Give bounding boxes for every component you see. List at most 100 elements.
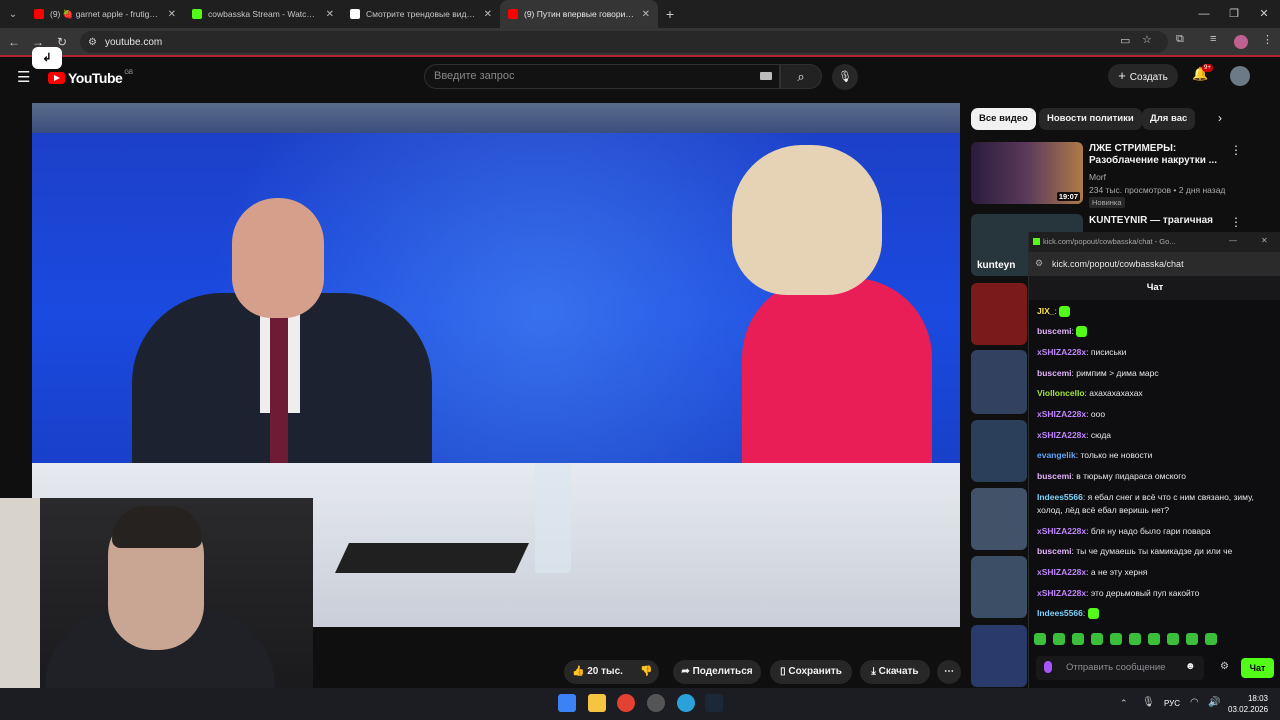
more-menu-icon[interactable]: ⋮: [1262, 33, 1273, 46]
search-input[interactable]: Введите запрос: [424, 64, 780, 89]
tab-search-button[interactable]: ⌄: [0, 9, 26, 20]
thumbs-up-icon[interactable]: 👍: [572, 666, 584, 677]
tray-mic-icon[interactable]: 🎙: [1142, 697, 1155, 708]
obs-icon[interactable]: [647, 694, 665, 712]
chat-username[interactable]: buscemi: [1037, 326, 1072, 336]
video-thumbnail[interactable]: [971, 625, 1027, 687]
site-info-icon[interactable]: ⚙: [88, 37, 97, 48]
input-language[interactable]: РУС: [1164, 699, 1180, 708]
download-button[interactable]: ⤓ Скачать: [860, 660, 930, 684]
popup-url-bar[interactable]: kick.com/popout/cowbasska/chat: [1029, 252, 1280, 276]
chat-username[interactable]: buscemi: [1037, 471, 1072, 481]
close-window-button[interactable]: ✕: [1248, 0, 1280, 28]
telegram-icon[interactable]: [677, 694, 695, 712]
search-button[interactable]: ⌕: [780, 64, 822, 89]
chat-username[interactable]: xSHIZA228x: [1037, 588, 1086, 598]
emote-icon[interactable]: [1186, 633, 1198, 645]
bookmark-star-icon[interactable]: ☆: [1142, 33, 1152, 46]
emote-icon[interactable]: [1053, 633, 1065, 645]
emote-icon[interactable]: [1091, 633, 1103, 645]
chat-username[interactable]: buscemi: [1037, 546, 1072, 556]
chat-username[interactable]: xSHIZA228x: [1037, 409, 1086, 419]
chat-username[interactable]: Indees5566: [1037, 492, 1083, 502]
youtube-logo[interactable]: YouTube GB: [48, 70, 133, 86]
video-thumbnail[interactable]: 19:07: [971, 142, 1083, 204]
like-dislike-group[interactable]: 👍 20 тыс. 👎: [564, 660, 659, 684]
video-thumbnail[interactable]: [971, 488, 1027, 550]
emote-icon[interactable]: [1129, 633, 1141, 645]
cast-icon[interactable]: ▭: [1120, 34, 1130, 47]
collapse-chat-icon[interactable]: ↲: [32, 47, 62, 69]
chip-for-you[interactable]: Для вас: [1142, 108, 1196, 130]
wifi-icon[interactable]: ◠: [1190, 697, 1199, 708]
chat-username[interactable]: buscemi: [1037, 368, 1072, 378]
site-settings-icon[interactable]: ⚙: [1035, 258, 1043, 269]
thumbs-down-icon[interactable]: 👎: [640, 660, 652, 684]
close-icon[interactable]: ✕: [484, 9, 492, 20]
chat-message-input[interactable]: Отправить сообщение: [1036, 656, 1204, 680]
profile-avatar[interactable]: [1234, 35, 1248, 49]
video-thumbnail[interactable]: [971, 556, 1027, 618]
chat-username[interactable]: Indees5566: [1037, 608, 1083, 618]
emoji-icon[interactable]: ☻: [1185, 661, 1196, 672]
close-icon[interactable]: ✕: [326, 9, 334, 20]
back-icon[interactable]: ←: [2, 35, 26, 49]
chip-politics-news[interactable]: Новости политики: [1039, 108, 1142, 130]
more-actions-button[interactable]: ⋯: [937, 660, 961, 684]
close-icon[interactable]: ✕: [642, 9, 650, 20]
chevron-right-icon[interactable]: ›: [1218, 111, 1222, 125]
extensions-icon[interactable]: ⧉: [1176, 33, 1184, 46]
system-clock[interactable]: 18:03 03.02.2026: [1228, 693, 1268, 715]
account-avatar[interactable]: [1230, 66, 1250, 86]
address-bar[interactable]: ⚙ youtube.com: [80, 31, 1168, 53]
browser-tab[interactable]: (9) 🍓 garnet apple - frutiger a ✕: [26, 0, 184, 28]
recommendation-title[interactable]: KUNTEYNIR — трагичная: [1089, 215, 1229, 227]
chat-username[interactable]: xSHIZA228x: [1037, 567, 1086, 577]
chat-username[interactable]: xSHIZA228x: [1037, 430, 1086, 440]
mic-icon[interactable]: [1044, 661, 1052, 673]
video-thumbnail[interactable]: [971, 350, 1027, 414]
chrome-icon[interactable]: [617, 694, 635, 712]
share-button[interactable]: ➦ Поделиться: [673, 660, 761, 684]
volume-icon[interactable]: 🔊: [1208, 697, 1220, 708]
create-button[interactable]: + Создать: [1108, 64, 1178, 88]
file-explorer-icon[interactable]: [588, 694, 606, 712]
reading-list-icon[interactable]: ≡: [1210, 33, 1216, 45]
popup-close-button[interactable]: ✕: [1261, 236, 1268, 245]
emote-icon[interactable]: [1110, 633, 1122, 645]
more-vert-icon[interactable]: ⋮: [1230, 215, 1242, 229]
chat-username[interactable]: xSHIZA228x: [1037, 526, 1086, 536]
video-thumbnail[interactable]: [971, 283, 1027, 345]
keyboard-icon[interactable]: [760, 72, 772, 80]
video-thumbnail[interactable]: [971, 420, 1027, 482]
minimize-button[interactable]: —: [1188, 0, 1220, 28]
emote-icon[interactable]: [1034, 633, 1046, 645]
chat-username[interactable]: Violloncello: [1037, 388, 1085, 398]
emote-icon[interactable]: [1148, 633, 1160, 645]
browser-tab[interactable]: cowbasska Stream - Watch Live ✕: [184, 0, 342, 28]
more-vert-icon[interactable]: ⋮: [1230, 143, 1242, 157]
save-button[interactable]: ▯ Сохранить: [770, 660, 852, 684]
chat-settings-gear-icon[interactable]: ⚙: [1220, 661, 1229, 672]
browser-tab-active[interactable]: (9) Путин впервые говорит пр ✕: [500, 0, 658, 28]
tray-chevron-icon[interactable]: ⌃: [1120, 698, 1128, 709]
hamburger-menu-icon[interactable]: ☰: [17, 68, 30, 86]
chat-username[interactable]: xSHIZA228x: [1037, 347, 1086, 357]
maximize-button[interactable]: ❐: [1218, 0, 1250, 28]
chip-all-videos[interactable]: Все видео: [971, 108, 1036, 130]
chat-username[interactable]: JIX_: [1037, 306, 1055, 316]
windows-start-icon[interactable]: [558, 694, 576, 712]
new-tab-button[interactable]: +: [658, 6, 682, 22]
close-icon[interactable]: ✕: [168, 9, 176, 20]
browser-tab[interactable]: Смотрите трендовые видео | ✕: [342, 0, 500, 28]
chat-username[interactable]: evangelik: [1037, 450, 1076, 460]
emote-icon[interactable]: [1167, 633, 1179, 645]
recommendation-title[interactable]: ЛЖЕ СТРИМЕРЫ: Разоблачение накрутки ...: [1089, 143, 1229, 167]
voice-search-button[interactable]: 🎙: [832, 64, 858, 90]
emote-icon[interactable]: [1205, 633, 1217, 645]
channel-name[interactable]: Morf: [1089, 172, 1106, 182]
chat-send-button[interactable]: Чат: [1241, 658, 1274, 678]
steam-icon[interactable]: [705, 694, 723, 712]
popup-minimize-button[interactable]: —: [1229, 236, 1237, 245]
emote-icon[interactable]: [1072, 633, 1084, 645]
